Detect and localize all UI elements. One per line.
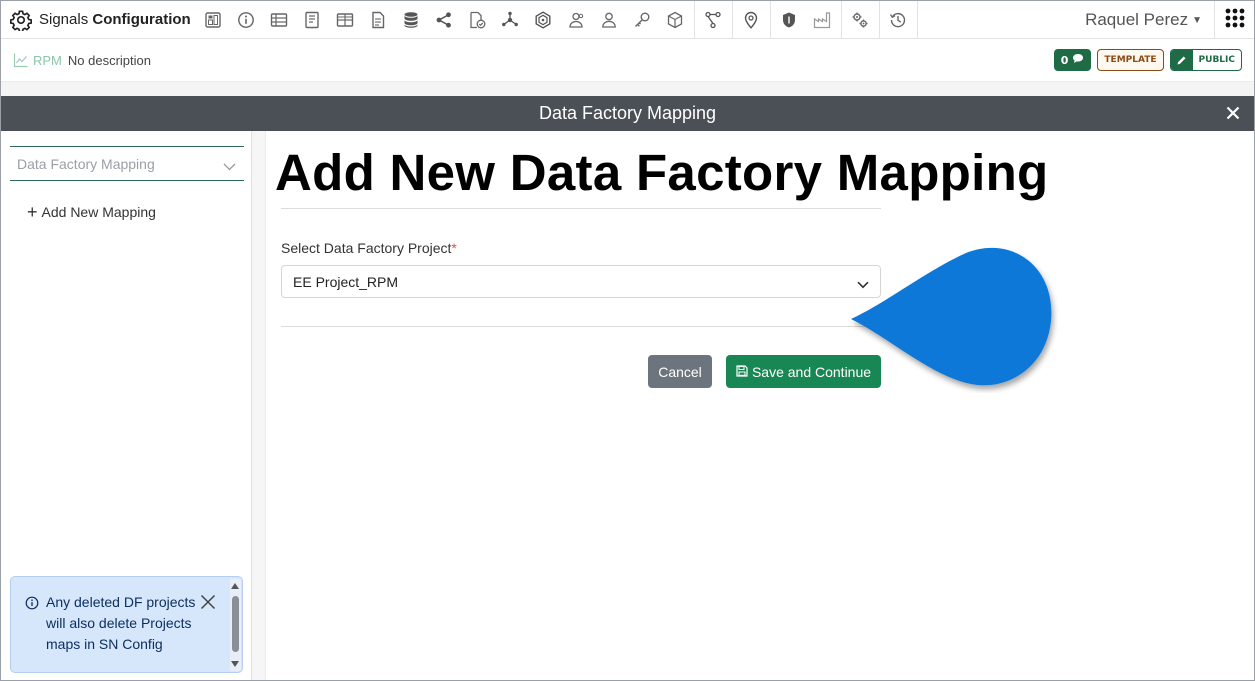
user-name: Raquel Perez bbox=[1085, 10, 1189, 29]
file-check-icon[interactable] bbox=[461, 1, 494, 39]
nav-separator bbox=[693, 1, 695, 39]
template-badge[interactable]: TEMPLATE bbox=[1097, 49, 1164, 71]
line-chart-icon bbox=[13, 52, 29, 68]
brand[interactable]: Signals Configuration bbox=[1, 1, 191, 39]
shield-icon[interactable] bbox=[773, 1, 806, 39]
nav-separator bbox=[878, 1, 880, 39]
apps-grid-button[interactable] bbox=[1214, 1, 1254, 39]
save-icon bbox=[736, 364, 748, 380]
factory-icon[interactable] bbox=[806, 1, 839, 39]
chevron-down-icon bbox=[223, 158, 236, 174]
document-icon[interactable] bbox=[362, 1, 395, 39]
nav-separator bbox=[731, 1, 733, 39]
hexagon-icon[interactable] bbox=[527, 1, 560, 39]
divider bbox=[281, 326, 881, 327]
dashboard-icon[interactable] bbox=[197, 1, 230, 39]
info-scrollbar[interactable] bbox=[230, 579, 241, 671]
scroll-up-icon[interactable] bbox=[231, 583, 239, 589]
scroll-down-icon[interactable] bbox=[231, 661, 239, 667]
cancel-button[interactable]: Cancel bbox=[648, 355, 712, 388]
add-new-mapping-label: Add New Mapping bbox=[41, 204, 156, 220]
project-select-value: EE Project_RPM bbox=[293, 273, 399, 290]
comment-icon bbox=[1072, 53, 1084, 67]
notebook-icon[interactable] bbox=[296, 1, 329, 39]
close-icon[interactable] bbox=[1224, 104, 1242, 122]
modal-title: Data Factory Mapping bbox=[538, 103, 717, 123]
required-mark: * bbox=[451, 240, 457, 256]
nav-separator bbox=[840, 1, 842, 39]
gears-icon[interactable] bbox=[844, 1, 877, 39]
apps-grid-icon bbox=[1225, 8, 1245, 32]
panel-divider bbox=[252, 131, 266, 680]
history-icon[interactable] bbox=[882, 1, 915, 39]
project-field-label: Select Data Factory Project* bbox=[281, 240, 457, 256]
info-alert-text: Any deleted DF projects will also delete… bbox=[46, 594, 196, 652]
brand-title: Signals Configuration bbox=[39, 11, 191, 28]
info-alert: Any deleted DF projects will also delete… bbox=[10, 576, 243, 673]
scrollbar-thumb[interactable] bbox=[232, 596, 239, 652]
info-circle-icon bbox=[25, 595, 39, 614]
location-icon[interactable] bbox=[735, 1, 768, 39]
page-title: Add New Data Factory Mapping bbox=[275, 144, 1049, 201]
mapping-dropdown[interactable]: Data Factory Mapping bbox=[10, 146, 244, 181]
mapping-dropdown-value: Data Factory Mapping bbox=[17, 155, 155, 172]
add-new-mapping-link[interactable]: + Add New Mapping bbox=[27, 202, 156, 222]
app-window: Signals Configuration Raquel Perez ▼ RPM… bbox=[0, 0, 1255, 681]
nav-icon-bar bbox=[197, 1, 920, 39]
comments-badge[interactable]: 0 bbox=[1053, 49, 1092, 71]
caret-down-icon: ▼ bbox=[1192, 14, 1202, 26]
public-badge[interactable]: PUBLIC bbox=[1169, 49, 1242, 71]
close-icon[interactable] bbox=[199, 593, 217, 611]
config-subheader: RPM No description 0 TEMPLATE PUBLIC bbox=[1, 39, 1254, 82]
modal-header: Data Factory Mapping bbox=[1, 96, 1254, 131]
project-label-text: Select Data Factory Project bbox=[281, 240, 452, 256]
project-select[interactable]: EE Project_RPM bbox=[281, 265, 881, 298]
main-content: Add New Data Factory Mapping Select Data… bbox=[267, 131, 1254, 680]
table-icon[interactable] bbox=[263, 1, 296, 39]
network-icon[interactable] bbox=[494, 1, 527, 39]
tutorial-pointer-callout bbox=[851, 247, 1052, 386]
branch-icon[interactable] bbox=[697, 1, 730, 39]
divider bbox=[281, 208, 881, 209]
left-panel: Data Factory Mapping + Add New Mapping A… bbox=[1, 131, 252, 680]
user-group-icon[interactable] bbox=[560, 1, 593, 39]
user-menu[interactable]: Raquel Perez ▼ bbox=[1085, 1, 1202, 39]
gear-icon bbox=[9, 8, 33, 32]
cube-icon[interactable] bbox=[659, 1, 692, 39]
key-icon[interactable] bbox=[626, 1, 659, 39]
backdrop-band bbox=[1, 82, 1254, 96]
info-icon[interactable] bbox=[230, 1, 263, 39]
user-icon[interactable] bbox=[593, 1, 626, 39]
comments-count: 0 bbox=[1060, 53, 1069, 67]
top-navbar: Signals Configuration Raquel Perez ▼ bbox=[1, 1, 1254, 39]
status-badges: 0 TEMPLATE PUBLIC bbox=[1053, 49, 1242, 71]
plus-icon: + bbox=[27, 202, 38, 222]
config-name[interactable]: RPM bbox=[33, 53, 62, 68]
public-label: PUBLIC bbox=[1198, 55, 1235, 65]
config-description[interactable]: No description bbox=[68, 53, 151, 68]
grid-table-icon[interactable] bbox=[329, 1, 362, 39]
pencil-icon bbox=[1170, 50, 1193, 70]
nav-separator bbox=[916, 1, 918, 39]
nav-separator bbox=[769, 1, 771, 39]
share-icon[interactable] bbox=[428, 1, 461, 39]
database-icon[interactable] bbox=[395, 1, 428, 39]
